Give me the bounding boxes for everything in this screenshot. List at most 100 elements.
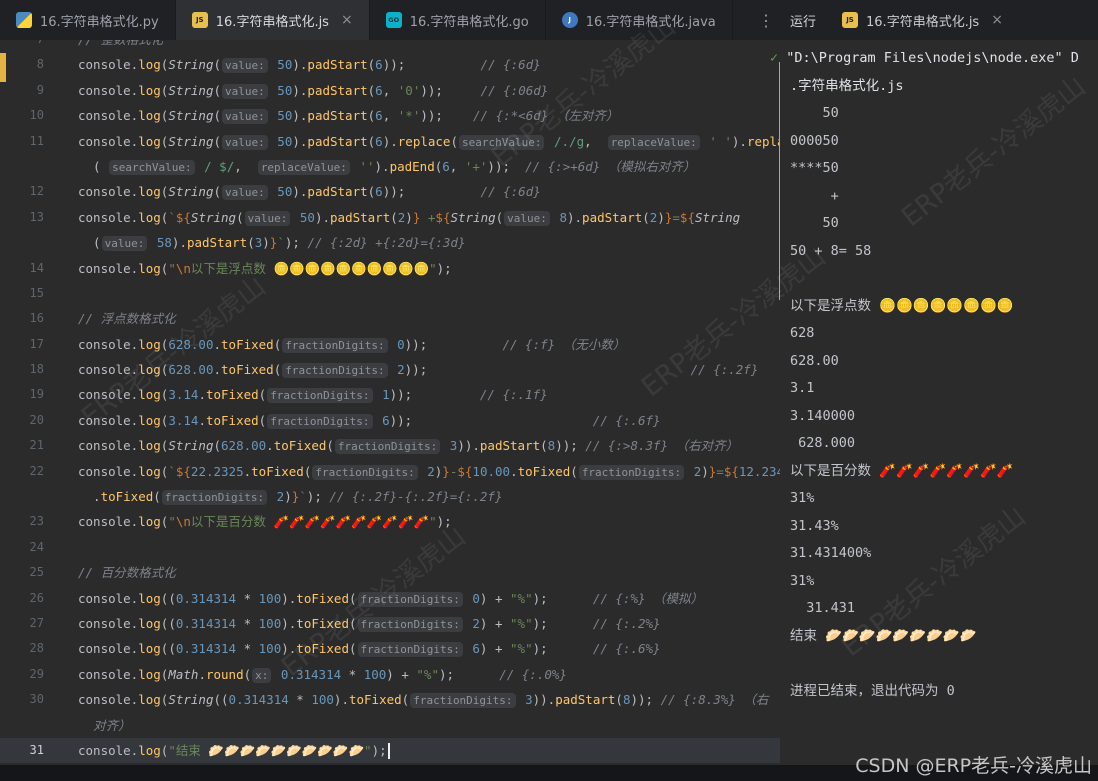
text-segment: * xyxy=(341,667,364,682)
text-segment: log xyxy=(138,57,161,72)
text-segment: " xyxy=(364,743,372,758)
text-segment: padEnd xyxy=(390,159,435,174)
text-segment: ` xyxy=(277,235,285,250)
text-segment: // {:.2f} xyxy=(691,362,759,377)
code-line: 7// 整数格式化 xyxy=(0,40,780,52)
text-segment: // {:%} （模拟） xyxy=(593,591,703,606)
text-segment: console. xyxy=(78,108,138,123)
text-segment: 10.00 xyxy=(472,464,510,479)
text-segment: ). xyxy=(334,692,349,707)
text-segment: 628.00 xyxy=(790,353,839,369)
text-segment: ( xyxy=(496,210,504,225)
text-segment: ` xyxy=(299,489,307,504)
text-segment: toFixed xyxy=(296,616,349,631)
text-segment: ( xyxy=(213,134,221,149)
text-segment: 以下是浮点数 xyxy=(790,298,879,314)
text-segment: fractionDigits: xyxy=(579,465,684,480)
text-segment: fractionDigits: xyxy=(282,363,387,378)
text-segment: // {:>+6d} （模拟右对齐） xyxy=(525,159,695,174)
text-segment: ${ xyxy=(680,210,695,225)
text-segment: log xyxy=(138,134,161,149)
text-segment: ( xyxy=(274,362,282,377)
code-line: 26console.log((0.314314 * 100).toFixed(f… xyxy=(0,586,780,611)
editor-tab-js[interactable]: JS16.字符串格式化.js× xyxy=(176,0,370,40)
text-segment: ( xyxy=(274,337,282,352)
text-segment xyxy=(390,337,398,352)
text-segment: . xyxy=(213,362,221,377)
line-number: 22 xyxy=(0,459,44,484)
close-icon[interactable]: × xyxy=(991,13,1003,27)
text-segment: padStart xyxy=(307,108,367,123)
text-segment: )); xyxy=(390,413,593,428)
text-segment: 2 xyxy=(472,616,480,631)
text-segment: , xyxy=(584,134,607,149)
text-segment: String xyxy=(168,184,213,199)
text-segment: value: xyxy=(222,58,268,73)
text-segment: ); xyxy=(372,743,387,758)
text-segment: ) + xyxy=(386,667,416,682)
code-lines: 7// 整数格式化8console.log(String(value: 50).… xyxy=(0,40,780,763)
emoji-text: 🥟🥟🥟🥟🥟🥟🥟🥟🥟 xyxy=(825,628,976,644)
text-segment: 3.14 xyxy=(168,413,198,428)
text-segment: (( xyxy=(161,641,176,656)
text-segment: log xyxy=(138,108,161,123)
text-segment: 50 + 8= 58 xyxy=(790,243,871,259)
text-segment: , xyxy=(383,108,398,123)
line-number: 18 xyxy=(0,357,44,382)
editor-tab-go[interactable]: GO16.字符串格式化.go xyxy=(370,0,546,40)
editor-tab-java[interactable]: J16.字符串格式化.java xyxy=(546,0,733,40)
text-segment: value: xyxy=(504,211,550,226)
text-segment: /./g xyxy=(554,134,584,149)
text-segment: replaceValue: xyxy=(608,135,700,150)
run-panel-title: 运行 xyxy=(790,11,816,30)
text-segment: fractionDigits: xyxy=(282,338,387,353)
text-segment: 进程已结束，退出代码为 0 xyxy=(790,683,955,699)
text-segment: 31.431 xyxy=(790,600,855,616)
text-segment: String xyxy=(168,108,213,123)
text-segment: String xyxy=(191,210,236,225)
text-segment: .字符串格式化.js xyxy=(790,78,904,94)
text-segment: round xyxy=(206,667,244,682)
text-segment: String xyxy=(168,57,213,72)
more-options-icon[interactable]: ⋮ xyxy=(752,0,780,40)
text-segment: // {:6d} xyxy=(481,57,541,72)
text-segment: ); xyxy=(285,235,308,250)
text-segment: String xyxy=(168,438,213,453)
line-number: 16 xyxy=(0,306,44,331)
run-console[interactable]: ✓ "D:\Program Files\nodejs\node.exe" D.字… xyxy=(762,40,1098,765)
text-segment: fractionDigits: xyxy=(267,388,372,403)
text-segment: // {:*<6d} （左对齐） xyxy=(473,108,618,123)
text-segment: . xyxy=(198,387,206,402)
text-segment: toFixed xyxy=(349,692,402,707)
text-segment: "%" xyxy=(510,641,533,656)
run-output-tab[interactable]: JS 16.字符串格式化.js × xyxy=(834,0,1011,40)
close-icon[interactable]: × xyxy=(341,13,353,27)
text-segment: // 浮点数格式化 xyxy=(78,311,176,326)
text-segment: console. xyxy=(78,210,138,225)
text-segment: fractionDigits: xyxy=(312,465,417,480)
line-number: 17 xyxy=(0,332,44,357)
text-segment: ( xyxy=(349,616,357,631)
text-segment: )). xyxy=(533,692,556,707)
console-line: 50 + 8= 58 xyxy=(762,238,1098,266)
text-segment: // {:.2%} xyxy=(593,616,661,631)
text-segment: ); xyxy=(533,591,593,606)
text-segment: ). xyxy=(383,134,398,149)
text-segment xyxy=(546,134,554,149)
code-line: 21console.log(String(628.00.toFixed(frac… xyxy=(0,433,780,458)
code-line: 10console.log(String(value: 50).padStart… xyxy=(0,103,780,128)
text-segment: // {:.1f} xyxy=(480,387,548,402)
run-panel-header: 运行 JS 16.字符串格式化.js × xyxy=(790,0,1011,40)
text-segment: 100 xyxy=(259,641,282,656)
text-segment: // {:.6%} xyxy=(593,641,661,656)
editor-tab-python[interactable]: 16.字符串格式化.py xyxy=(0,0,176,40)
console-line: 31% xyxy=(762,485,1098,513)
code-line: 24 xyxy=(0,535,780,560)
text-segment: " xyxy=(429,261,437,276)
text-segment: 6 xyxy=(375,184,383,199)
text-segment: 8 xyxy=(559,210,567,225)
text-segment: (( xyxy=(213,692,228,707)
code-editor[interactable]: 7// 整数格式化8console.log(String(value: 50).… xyxy=(0,40,780,765)
text-segment: 6 xyxy=(442,159,450,174)
line-number: 31 xyxy=(0,738,44,763)
